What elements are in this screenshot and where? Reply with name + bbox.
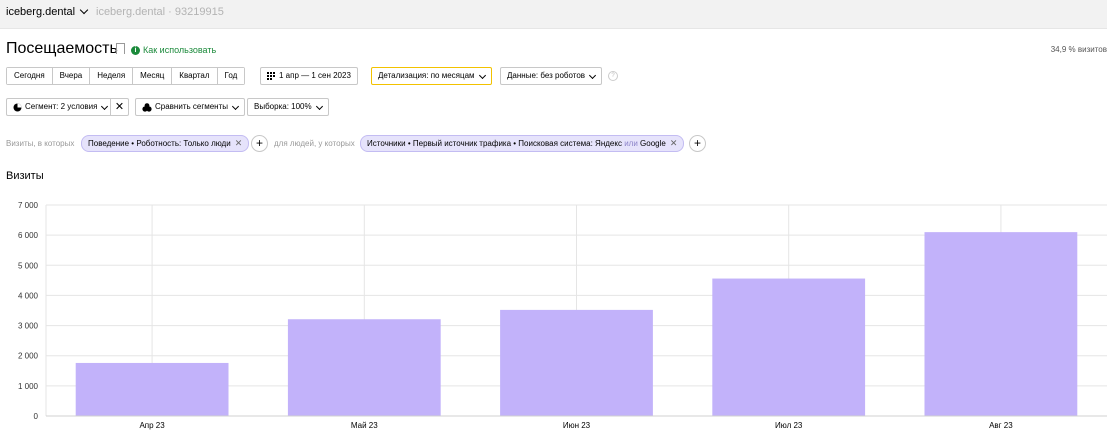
how-to-use-label: Как использовать (143, 45, 217, 55)
period-button-group: Сегодня Вчера Неделя Месяц Квартал Год (6, 67, 246, 85)
add-visits-filter-button[interactable]: + (251, 135, 268, 152)
visits-filter-text: Поведение • Роботность: Только люди (88, 139, 231, 148)
chevron-down-icon (478, 71, 486, 79)
calendar-icon (267, 72, 275, 80)
people-filter-chip[interactable]: Источники • Первый источник трафика • По… (360, 135, 685, 152)
help-icon[interactable]: ? (608, 71, 618, 81)
visits-filter-label: Визиты, в которых (6, 139, 75, 148)
y-tick-label: 0 (34, 412, 39, 421)
bar (75, 362, 229, 416)
segment-clear-button[interactable]: ✕ (110, 98, 129, 116)
visits-bar-chart: 0 1 000 2 000 3 000 4 000 5 000 6 000 7 000 Апр … (18, 201, 1107, 430)
y-tick-label: 3 000 (18, 322, 39, 331)
chevron-down-icon (79, 5, 89, 15)
compare-segments-label: Сравнить сегменты (155, 102, 229, 111)
y-tick-label: 4 000 (18, 291, 39, 300)
x-tick-label: Авг 23 (989, 421, 1013, 430)
sample-label: Выборка: 100% (254, 102, 312, 111)
chevron-down-icon (231, 102, 240, 110)
period-today-button[interactable]: Сегодня (7, 68, 53, 84)
add-people-filter-button[interactable]: + (689, 135, 706, 152)
segment-pie-icon (13, 103, 22, 111)
period-week-button[interactable]: Неделя (90, 68, 134, 84)
x-tick-label: Июн 23 (563, 421, 591, 430)
top-bar: iceberg.dental iceberg.dental · 93219915 (0, 0, 1107, 29)
detail-label: Детализация: по месяцам (378, 71, 475, 80)
counter-name: iceberg.dental (6, 6, 76, 18)
chart-title: Визиты (6, 170, 44, 182)
period-yesterday-button[interactable]: Вчера (52, 68, 91, 84)
period-quarter-button[interactable]: Квартал (172, 68, 218, 84)
segment-dropdown[interactable]: Сегмент: 2 условия (6, 98, 115, 116)
people-filter-label: для людей, у которых (274, 139, 355, 148)
bar (287, 319, 441, 416)
close-icon[interactable]: ✕ (670, 136, 678, 151)
visits-filter-chip[interactable]: Поведение • Роботность: Только люди ✕ (81, 135, 250, 152)
x-tick-label: Апр 23 (139, 421, 165, 430)
chevron-down-icon (588, 71, 597, 79)
x-tick-label: Июл 23 (775, 421, 803, 430)
close-icon[interactable]: ✕ (235, 136, 243, 151)
compare-segments-dropdown[interactable]: Сравнить сегменты (135, 98, 246, 116)
y-tick-label: 1 000 (18, 382, 39, 391)
date-range-label: 1 апр — 1 сен 2023 (279, 71, 351, 80)
close-icon: ✕ (114, 101, 125, 113)
bar (712, 278, 866, 416)
sampling-info: 34,9 % визитов (1050, 45, 1107, 54)
bookmark-icon[interactable] (116, 43, 125, 54)
period-month-button[interactable]: Месяц (133, 68, 173, 84)
bar (500, 309, 653, 416)
how-to-use-link[interactable]: i Как использовать (131, 45, 216, 55)
x-tick-label: Май 23 (351, 421, 378, 430)
sample-dropdown[interactable]: Выборка: 100% (247, 98, 329, 116)
date-range-button[interactable]: 1 апр — 1 сен 2023 (260, 67, 358, 85)
people-filter-text: Источники • Первый источник трафика • По… (367, 139, 666, 148)
segment-label: Сегмент: 2 условия (25, 102, 98, 111)
data-filter-label: Данные: без роботов (507, 71, 586, 80)
y-tick-label: 2 000 (18, 352, 39, 361)
detail-dropdown[interactable]: Детализация: по месяцам (371, 67, 492, 85)
counter-id: iceberg.dental · 93219915 (96, 6, 224, 18)
y-tick-label: 7 000 (18, 201, 39, 210)
y-tick-label: 6 000 (18, 231, 39, 240)
chevron-down-icon (101, 102, 109, 110)
page-title: Посещаемость (6, 40, 118, 57)
compare-icon (142, 102, 152, 112)
period-year-button[interactable]: Год (217, 68, 245, 84)
chevron-down-icon (315, 102, 323, 110)
info-icon: i (131, 45, 140, 55)
y-tick-label: 5 000 (18, 261, 39, 270)
counter-selector[interactable]: iceberg.dental (6, 5, 89, 18)
bar (924, 232, 1078, 416)
data-filter-dropdown[interactable]: Данные: без роботов (500, 67, 603, 85)
